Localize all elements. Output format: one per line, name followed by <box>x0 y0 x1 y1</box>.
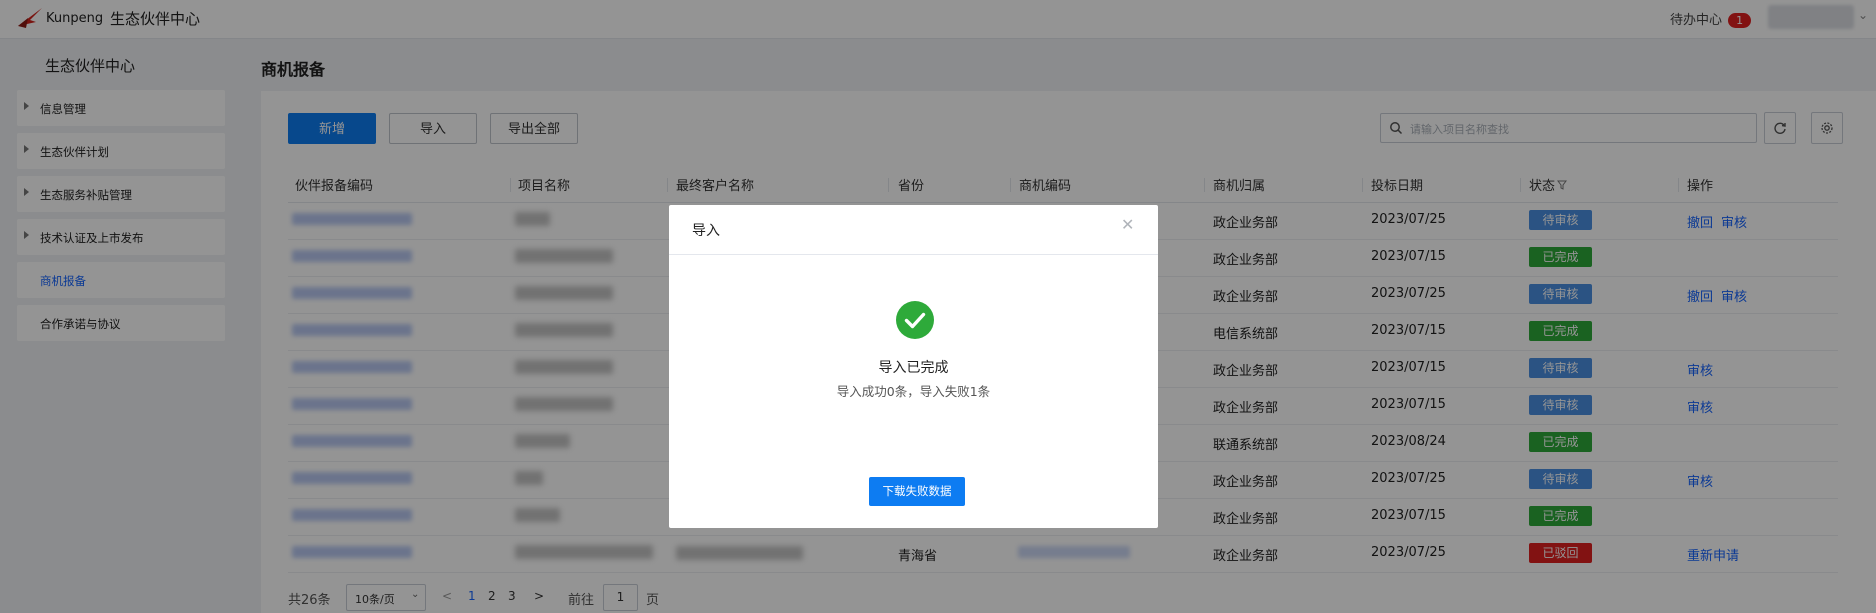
import-result-dialog: 导入 ✕ 导入已完成 导入成功0条，导入失败1条 下载失败数据 <box>669 205 1158 528</box>
dialog-title: 导入 <box>692 223 720 239</box>
close-icon[interactable]: ✕ <box>1121 215 1134 234</box>
download-failed-data-button[interactable]: 下载失败数据 <box>869 477 965 506</box>
import-result-detail: 导入成功0条，导入失败1条 <box>836 384 991 399</box>
dialog-divider <box>669 254 1158 255</box>
success-check-icon <box>896 301 934 339</box>
import-complete-message: 导入已完成 <box>878 360 949 376</box>
